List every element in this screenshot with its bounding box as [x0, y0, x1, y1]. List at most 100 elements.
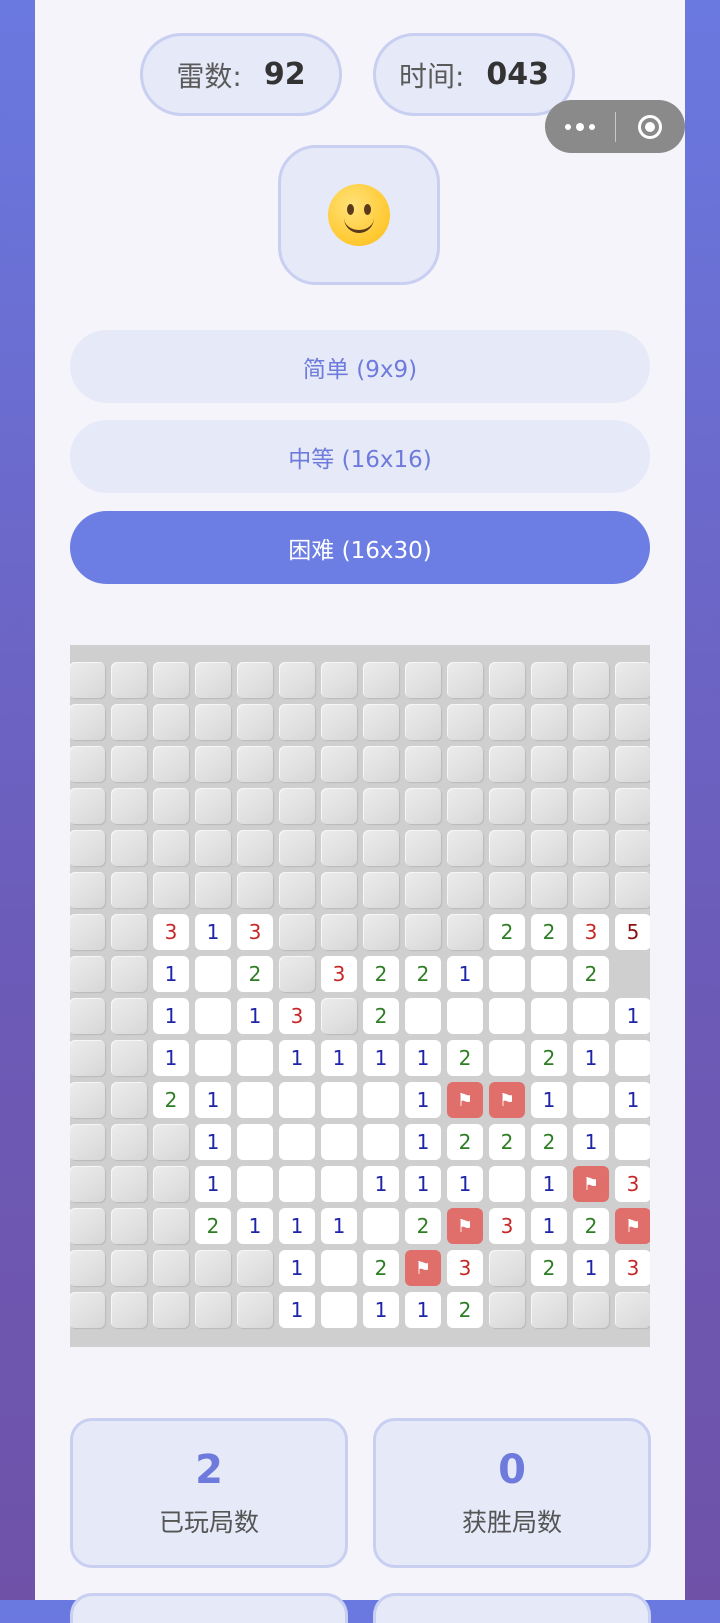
- board-cell-hidden[interactable]: [615, 704, 650, 740]
- close-miniprogram-icon[interactable]: [616, 114, 686, 139]
- board-cell-hidden[interactable]: [573, 746, 609, 782]
- board-cell-number[interactable]: 1: [531, 1208, 567, 1244]
- board-cell-hidden[interactable]: [489, 788, 525, 824]
- mode-easy-button[interactable]: 简单 (9x9): [70, 330, 650, 403]
- board-cell-number[interactable]: 3: [279, 998, 315, 1034]
- board-cell-hidden[interactable]: [70, 1208, 105, 1244]
- board-cell-open[interactable]: [531, 998, 567, 1034]
- board-cell-hidden[interactable]: [615, 662, 650, 698]
- board-cell-hidden[interactable]: [363, 662, 399, 698]
- board-cell-number[interactable]: 1: [195, 1166, 231, 1202]
- board-cell-hidden[interactable]: [111, 662, 147, 698]
- board-cell-open[interactable]: [405, 998, 441, 1034]
- board-cell-hidden[interactable]: [615, 872, 650, 908]
- board-cell-open[interactable]: [363, 1082, 399, 1118]
- board-cell-hidden[interactable]: [195, 704, 231, 740]
- board-cell-hidden[interactable]: [573, 872, 609, 908]
- board-cell-hidden[interactable]: [447, 830, 483, 866]
- board-cell-hidden[interactable]: [531, 872, 567, 908]
- board-cell-open[interactable]: [615, 1040, 650, 1076]
- board-cell-hidden[interactable]: [489, 662, 525, 698]
- board-cell-hidden[interactable]: [70, 662, 105, 698]
- board-cell-number[interactable]: 3: [321, 956, 357, 992]
- board-cell-open[interactable]: [195, 1040, 231, 1076]
- board-cell-hidden[interactable]: [111, 956, 147, 992]
- board-cell-open[interactable]: [195, 998, 231, 1034]
- board-cell-open[interactable]: [615, 1124, 650, 1160]
- board-cell-hidden[interactable]: [615, 788, 650, 824]
- board-cell-hidden[interactable]: [615, 830, 650, 866]
- board-cell-hidden[interactable]: [195, 746, 231, 782]
- board-cell-number[interactable]: 1: [573, 1124, 609, 1160]
- board-cell-hidden[interactable]: [405, 872, 441, 908]
- board-cell-open[interactable]: [321, 1250, 357, 1286]
- board-cell-number[interactable]: 2: [531, 1040, 567, 1076]
- board-cell-open[interactable]: [321, 1166, 357, 1202]
- board-cell-hidden[interactable]: [153, 1124, 189, 1160]
- board-cell-number[interactable]: 2: [153, 1082, 189, 1118]
- board-cell-hidden[interactable]: [153, 1250, 189, 1286]
- board-cell-hidden[interactable]: [195, 830, 231, 866]
- flag-icon[interactable]: ⚑: [615, 1208, 650, 1244]
- board-cell-number[interactable]: 1: [195, 914, 231, 950]
- board-cell-open[interactable]: [237, 1124, 273, 1160]
- board-cell-number[interactable]: 1: [531, 1166, 567, 1202]
- board-cell-open[interactable]: [447, 998, 483, 1034]
- board-cell-hidden[interactable]: [279, 704, 315, 740]
- board-cell-hidden[interactable]: [195, 788, 231, 824]
- board-cell-open[interactable]: [279, 1082, 315, 1118]
- board-cell-number[interactable]: 3: [615, 1166, 650, 1202]
- board-cell-hidden[interactable]: [279, 914, 315, 950]
- board-cell-hidden[interactable]: [153, 704, 189, 740]
- board-cell-open[interactable]: [195, 956, 231, 992]
- board-cell-number[interactable]: 2: [531, 1124, 567, 1160]
- board-cell-hidden[interactable]: [447, 872, 483, 908]
- board-cell-hidden[interactable]: [279, 662, 315, 698]
- board-cell-number[interactable]: 1: [405, 1082, 441, 1118]
- board-cell-open[interactable]: [321, 1124, 357, 1160]
- board-cell-hidden[interactable]: [573, 788, 609, 824]
- board-cell-number[interactable]: 3: [237, 914, 273, 950]
- board-cell-hidden[interactable]: [70, 998, 105, 1034]
- board-cell-number[interactable]: 1: [153, 956, 189, 992]
- board-cell-hidden[interactable]: [531, 788, 567, 824]
- board-cell-hidden[interactable]: [615, 1292, 650, 1328]
- board-cell-hidden[interactable]: [279, 956, 315, 992]
- board-cell-open[interactable]: [489, 998, 525, 1034]
- board-cell-hidden[interactable]: [111, 1250, 147, 1286]
- board-cell-number[interactable]: 2: [363, 956, 399, 992]
- board-cell-hidden[interactable]: [363, 746, 399, 782]
- board-cell-number[interactable]: 3: [573, 914, 609, 950]
- board-cell-number[interactable]: 2: [447, 1292, 483, 1328]
- board-cell-hidden[interactable]: [405, 746, 441, 782]
- board-cell-number[interactable]: 1: [195, 1082, 231, 1118]
- board-cell-number[interactable]: 2: [573, 1208, 609, 1244]
- board-cell-hidden[interactable]: [111, 1040, 147, 1076]
- board-cell-open[interactable]: [237, 1040, 273, 1076]
- board-cell-number[interactable]: 1: [405, 1040, 441, 1076]
- board-cell-hidden[interactable]: [237, 788, 273, 824]
- board-cell-number[interactable]: 1: [237, 1208, 273, 1244]
- board-cell-number[interactable]: 2: [363, 1250, 399, 1286]
- board-cell-open[interactable]: [489, 1040, 525, 1076]
- board-cell-hidden[interactable]: [237, 1292, 273, 1328]
- board-cell-number[interactable]: 1: [321, 1040, 357, 1076]
- board-cell-number[interactable]: 1: [363, 1166, 399, 1202]
- board-cell-hidden[interactable]: [111, 998, 147, 1034]
- flag-icon[interactable]: ⚑: [447, 1208, 483, 1244]
- board-cell-hidden[interactable]: [111, 1292, 147, 1328]
- board-cell-hidden[interactable]: [70, 1082, 105, 1118]
- board-cell-hidden[interactable]: [70, 872, 105, 908]
- board-cell-hidden[interactable]: [363, 830, 399, 866]
- board-cell-hidden[interactable]: [279, 788, 315, 824]
- board-cell-number[interactable]: 2: [531, 1250, 567, 1286]
- board-cell-hidden[interactable]: [70, 1040, 105, 1076]
- board-cell-number[interactable]: 3: [615, 1250, 650, 1286]
- board-cell-hidden[interactable]: [237, 704, 273, 740]
- board-cell-hidden[interactable]: [405, 704, 441, 740]
- board-cell-number[interactable]: 1: [363, 1040, 399, 1076]
- board-cell-hidden[interactable]: [70, 914, 105, 950]
- board-cell-hidden[interactable]: [70, 746, 105, 782]
- board-cell-hidden[interactable]: [447, 788, 483, 824]
- board-cell-hidden[interactable]: [447, 746, 483, 782]
